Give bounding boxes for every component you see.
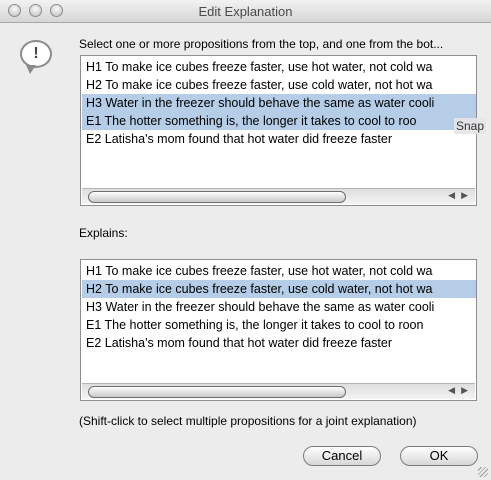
list-item[interactable]: E1 The hotter something is, the longer i… <box>82 112 476 130</box>
ok-button[interactable]: OK <box>400 446 478 466</box>
alert-icon: ! <box>20 40 52 74</box>
scroll-left-icon[interactable]: ◀ <box>448 385 455 396</box>
list-item[interactable]: H3 Water in the freezer should behave th… <box>82 94 476 112</box>
top-proposition-list[interactable]: H1 To make ice cubes freeze faster, use … <box>80 55 477 206</box>
list-item[interactable]: E2 Latisha's mom found that hot water di… <box>82 130 476 148</box>
title-bar: Edit Explanation <box>0 0 491 23</box>
bottom-proposition-list[interactable]: H1 To make ice cubes freeze faster, use … <box>80 259 477 401</box>
list-item[interactable]: H2 To make ice cubes freeze faster, use … <box>82 76 476 94</box>
list-item[interactable]: H1 To make ice cubes freeze faster, use … <box>82 262 476 280</box>
cancel-button[interactable]: Cancel <box>303 446 381 466</box>
resize-grip-icon[interactable] <box>478 467 488 477</box>
hint-text: (Shift-click to select multiple proposit… <box>79 414 417 428</box>
overlay-label: Snap <box>454 118 487 134</box>
scroll-left-icon[interactable]: ◀ <box>448 190 455 201</box>
horizontal-scrollbar[interactable]: ◀ ▶ <box>82 383 475 399</box>
explains-label: Explains: <box>79 226 128 240</box>
list-item[interactable]: E2 Latisha's mom found that hot water di… <box>82 334 476 352</box>
scroll-thumb[interactable] <box>88 386 346 398</box>
scroll-thumb[interactable] <box>88 191 346 203</box>
scroll-right-icon[interactable]: ▶ <box>461 190 468 201</box>
scroll-right-icon[interactable]: ▶ <box>461 385 468 396</box>
instruction-text: Select one or more propositions from the… <box>79 37 444 51</box>
list-item[interactable]: E1 The hotter something is, the longer i… <box>82 316 476 334</box>
window-title: Edit Explanation <box>198 4 293 19</box>
list-item[interactable]: H3 Water in the freezer should behave th… <box>82 298 476 316</box>
list-item[interactable]: H1 To make ice cubes freeze faster, use … <box>82 58 476 76</box>
horizontal-scrollbar[interactable]: ◀ ▶ <box>82 188 475 204</box>
list-item[interactable]: H2 To make ice cubes freeze faster, use … <box>82 280 476 298</box>
